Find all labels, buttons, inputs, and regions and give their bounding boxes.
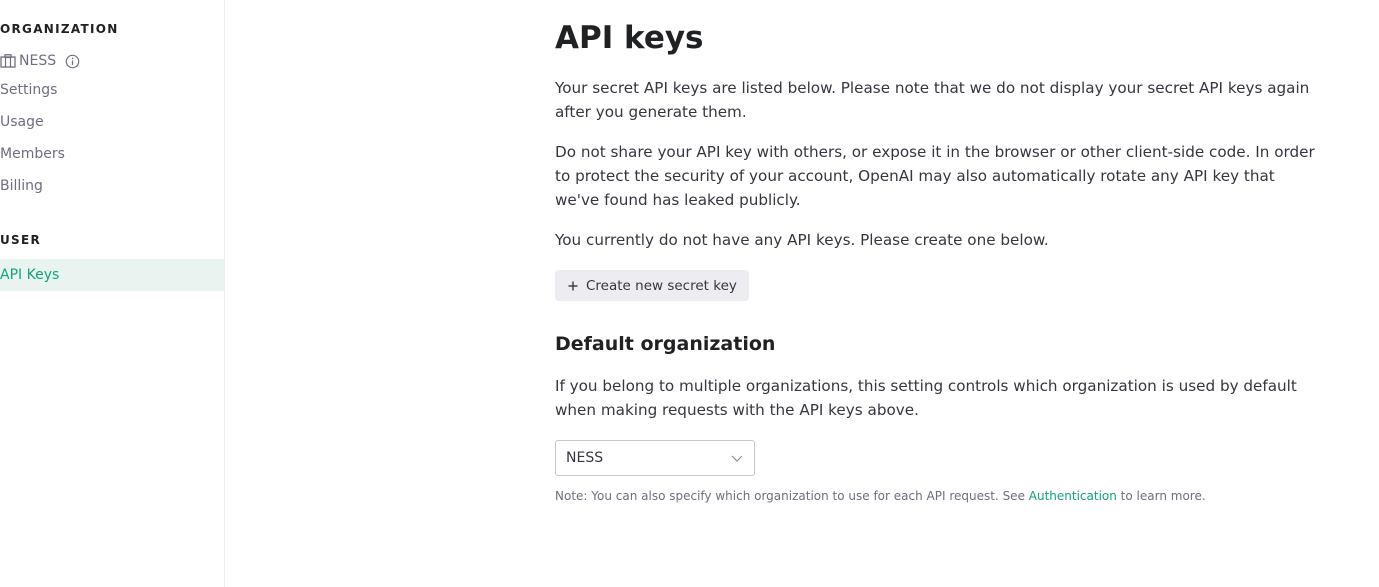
default-organization-description: If you belong to multiple organizations,… [555,377,1297,419]
default-organization-select[interactable]: NESS [555,440,755,476]
intro-paragraph: Your secret API keys are listed below. P… [555,79,1310,121]
sidebar-item-settings[interactable]: Settings [0,79,57,101]
sidebar-heading-user: USER [0,233,42,247]
chevron-down-icon [731,455,743,462]
note-text: Note: You can also specify which organiz… [555,489,1206,503]
sidebar-item-members[interactable]: Members [0,143,65,165]
create-secret-key-button[interactable]: Create new secret key [555,270,749,301]
sidebar: ORGANIZATION NESS Settings Usage Members… [0,0,225,587]
sidebar-item-api-keys[interactable]: API Keys [0,259,224,291]
sidebar-item-usage[interactable]: Usage [0,111,44,133]
select-value: NESS [566,450,604,466]
plus-icon [568,281,578,290]
default-organization-heading: Default organization [555,333,776,355]
building-icon [0,54,16,68]
note-prefix: Note: You can also specify which organiz… [555,489,1029,503]
create-secret-key-label: Create new secret key [586,277,737,294]
authentication-link[interactable]: Authentication [1029,489,1117,503]
org-name: NESS [19,53,57,69]
security-paragraph: Do not share your API key with others, o… [555,143,1315,209]
org-name-row: NESS [0,51,80,71]
sidebar-item-billing[interactable]: Billing [0,175,43,197]
page-title: API keys [555,20,704,56]
note-suffix: to learn more. [1116,489,1206,503]
empty-state-text: You currently do not have any API keys. … [555,231,1049,249]
info-icon[interactable] [65,54,80,69]
sidebar-heading-organization: ORGANIZATION [0,22,119,36]
page: ORGANIZATION NESS Settings Usage Members… [0,0,1379,587]
